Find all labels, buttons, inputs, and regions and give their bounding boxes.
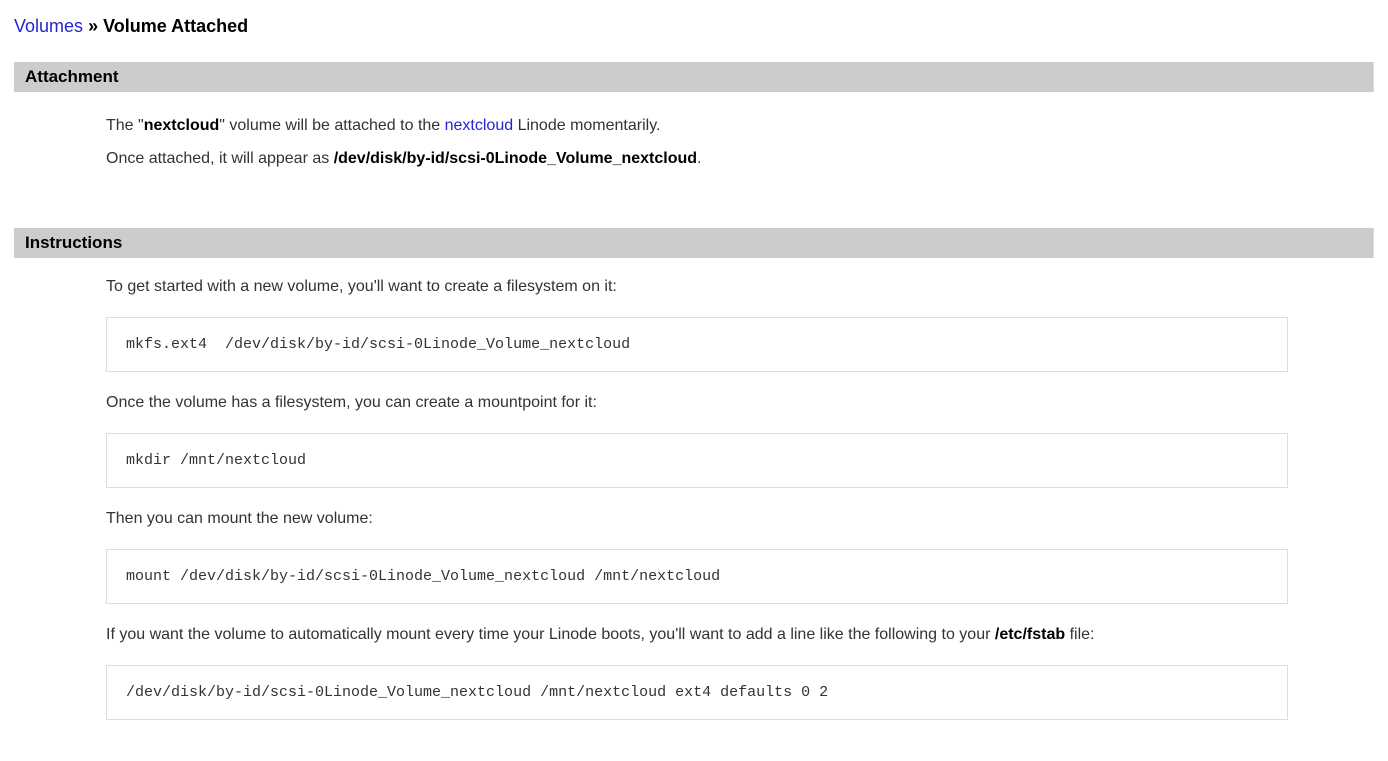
instructions-step1-text: To get started with a new volume, you'll… xyxy=(106,277,1288,296)
instructions-step2-text: Once the volume has a filesystem, you ca… xyxy=(106,393,1288,412)
instructions-step4-text2: file: xyxy=(1065,626,1094,643)
attachment-section-header: Attachment xyxy=(14,62,1374,92)
instructions-section: Instructions To get started with a new v… xyxy=(14,228,1374,720)
instructions-step4-text1: If you want the volume to automatically … xyxy=(106,626,995,643)
attachment-line2-text: Once attached, it will appear as xyxy=(106,150,334,167)
attachment-section-body: The "nextcloud" volume will be attached … xyxy=(106,116,1288,168)
device-path: /dev/disk/by-id/scsi-0Linode_Volume_next… xyxy=(334,150,697,167)
page-title: Volume Attached xyxy=(103,16,248,36)
instructions-section-body: To get started with a new volume, you'll… xyxy=(106,277,1288,720)
volume-name: nextcloud xyxy=(144,117,220,134)
attachment-line1-text2: " volume will be attached to the xyxy=(219,117,444,134)
instructions-step3-text: Then you can mount the new volume: xyxy=(106,509,1288,528)
fstab-line-box: /dev/disk/by-id/scsi-0Linode_Volume_next… xyxy=(106,665,1288,720)
breadcrumb-volumes-link[interactable]: Volumes xyxy=(14,16,83,36)
instructions-step4-text: If you want the volume to automatically … xyxy=(106,625,1288,644)
attachment-line1-text: The " xyxy=(106,117,144,134)
attachment-line1-text3: Linode momentarily. xyxy=(513,117,660,134)
mkfs-command-box: mkfs.ext4 /dev/disk/by-id/scsi-0Linode_V… xyxy=(106,317,1288,372)
attachment-line2: Once attached, it will appear as /dev/di… xyxy=(106,149,1288,168)
mkdir-command-box: mkdir /mnt/nextcloud xyxy=(106,433,1288,488)
breadcrumb: Volumes » Volume Attached xyxy=(14,16,1374,37)
attachment-section: Attachment The "nextcloud" volume will b… xyxy=(14,62,1374,168)
breadcrumb-separator: » xyxy=(88,16,98,36)
mount-command-box: mount /dev/disk/by-id/scsi-0Linode_Volum… xyxy=(106,549,1288,604)
volume-attached-page: Volumes » Volume Attached Attachment The… xyxy=(0,0,1388,761)
instructions-section-header: Instructions xyxy=(14,228,1374,258)
attachment-line1: The "nextcloud" volume will be attached … xyxy=(106,116,1288,135)
fstab-path: /etc/fstab xyxy=(995,626,1065,643)
linode-link[interactable]: nextcloud xyxy=(445,117,514,134)
attachment-line2-text2: . xyxy=(697,150,701,167)
